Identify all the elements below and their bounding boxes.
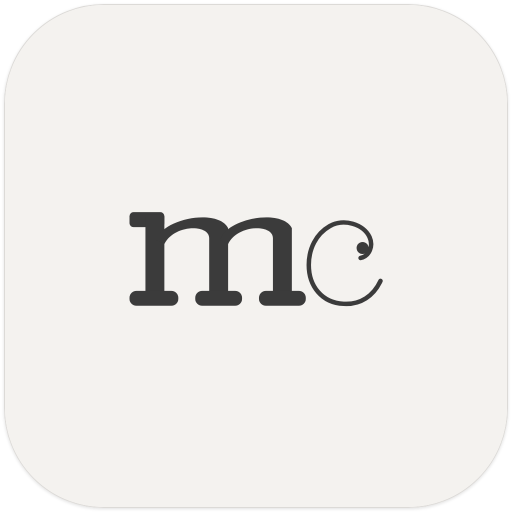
monogram-c-curl-dot [356,242,369,255]
canvas [0,0,512,512]
monogram-m-glyph [129,212,306,306]
mc-app-icon[interactable] [4,4,508,508]
mc-logo-icon [5,5,507,507]
icon-background [5,5,507,507]
